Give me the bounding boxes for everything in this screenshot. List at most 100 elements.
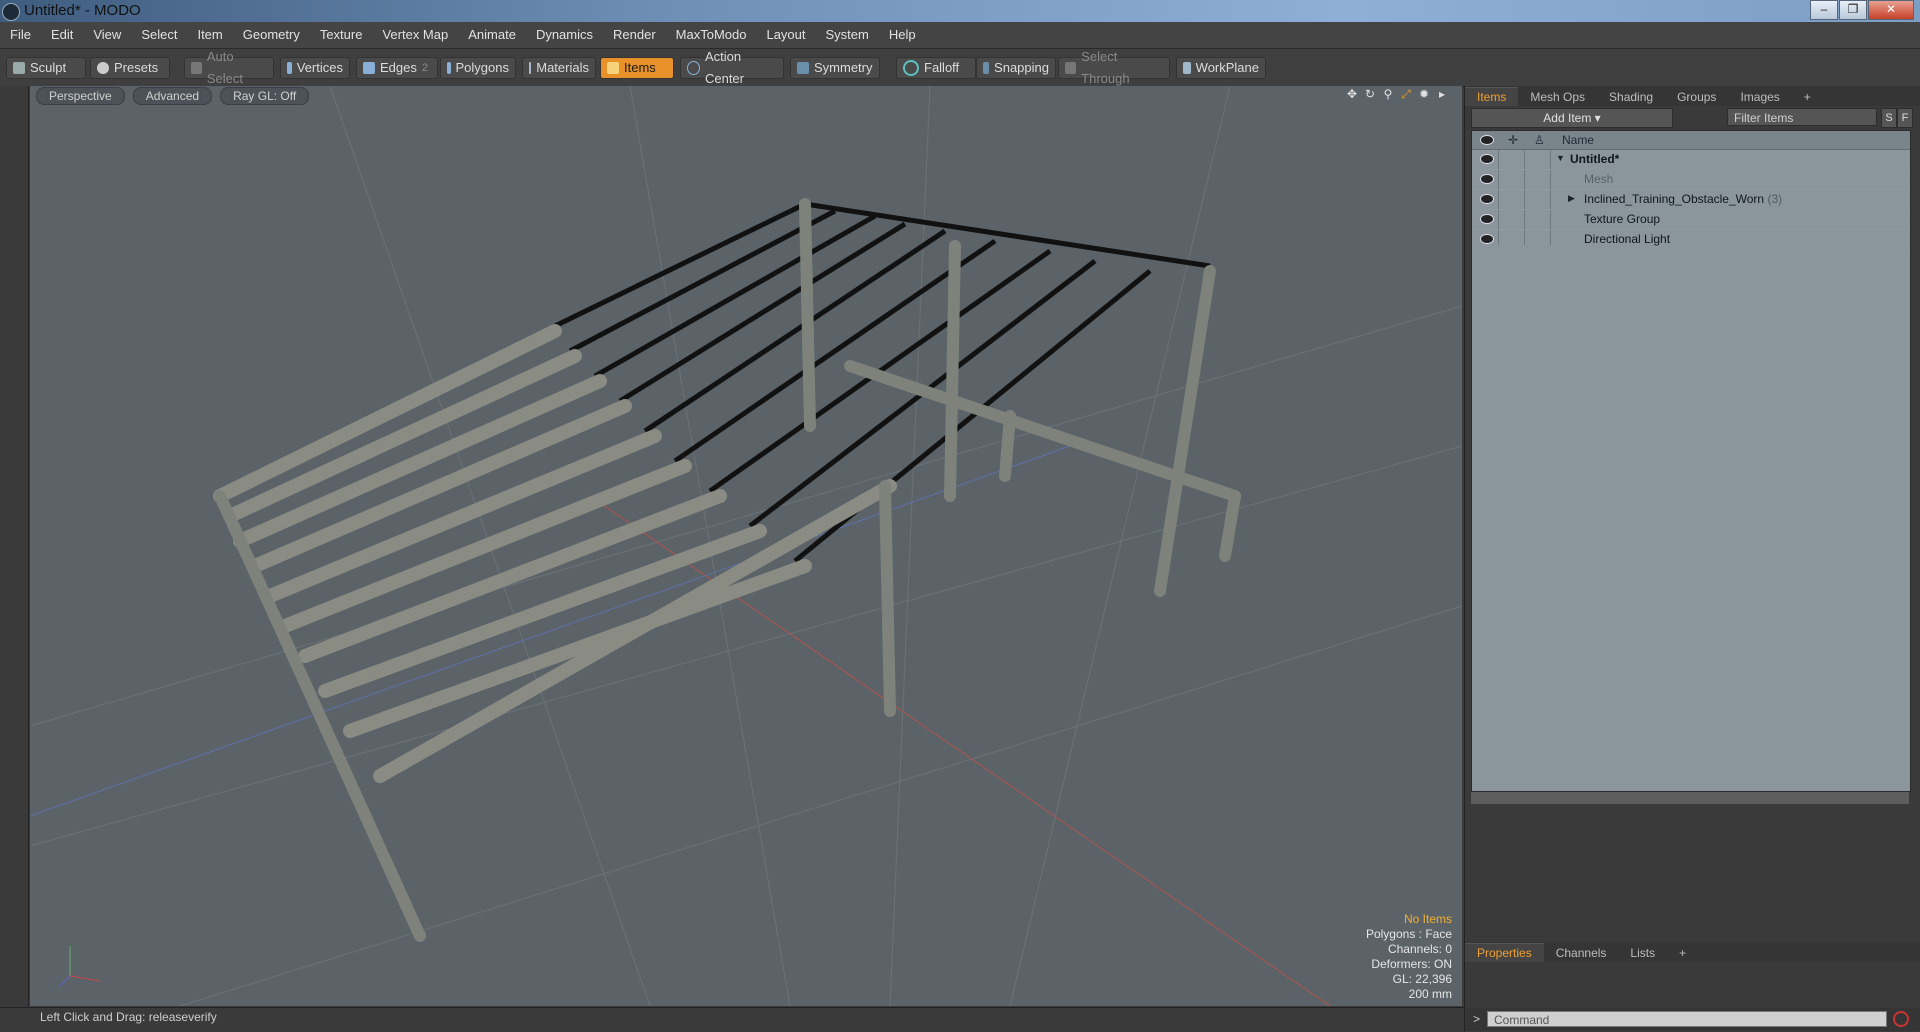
lock-header-icon: ✛ [1508,133,1519,147]
symmetry-icon [797,62,809,74]
horizontal-scrollbar[interactable] [1471,792,1909,804]
command-line: > Command [1465,1008,1920,1031]
menu-help[interactable]: Help [879,22,926,48]
info-scale: 200 mm [1408,987,1452,1001]
maximize-view-icon[interactable]: ⤢ [1400,88,1412,100]
f-button[interactable]: F [1897,108,1913,128]
edges-count: 2 [421,62,428,74]
snapping-button[interactable]: Snapping [976,57,1056,79]
maximize-button[interactable]: ❐ [1839,0,1867,20]
menu-select[interactable]: Select [131,22,187,48]
vertices-icon [287,62,292,74]
items-toolbar: Add Item ▾ Filter Items S F [1471,108,1913,128]
zoom-view-icon[interactable]: ⚲ [1382,88,1394,100]
expand-arrow-icon[interactable]: ▶ [1568,193,1575,204]
menu-vertex-map[interactable]: Vertex Map [372,22,458,48]
minimize-button[interactable]: ‒ [1810,0,1838,20]
select-through-button[interactable]: Select Through [1058,49,1170,86]
expand-arrow-icon[interactable]: ▼ [1556,153,1565,163]
tree-row[interactable]: Mesh [1472,170,1910,190]
x-axis-line [589,495,1331,1006]
visibility-eye-icon[interactable] [1480,214,1494,224]
ray-gl-tab[interactable]: Ray GL: Off [220,87,310,105]
menu-geometry[interactable]: Geometry [233,22,310,48]
eye-header-icon [1480,135,1494,145]
menu-bar: File Edit View Select Item Geometry Text… [0,22,1920,49]
tree-row[interactable]: Directional Light [1472,230,1910,250]
edges-icon [363,62,375,74]
add-item-dropdown[interactable]: Add Item ▾ [1471,108,1673,128]
tree-row[interactable]: ▶ Inclined_Training_Obstacle_Worn (3) [1472,190,1910,210]
sculpt-label: Sculpt [30,60,67,75]
items-icon [607,62,619,74]
texture-group-label: Texture Group [1584,212,1661,226]
visibility-eye-icon[interactable] [1480,234,1494,244]
tab-groups[interactable]: Groups [1665,88,1728,106]
scene-canvas [30,86,1462,1006]
support-posts [214,198,1241,942]
add-properties-tab-button[interactable]: + [1667,944,1698,962]
action-center-button[interactable]: Action Center [680,49,784,86]
vertices-button[interactable]: Vertices [280,57,350,79]
menu-file[interactable]: File [0,22,41,48]
visibility-eye-icon[interactable] [1480,174,1494,184]
rotate-view-icon[interactable]: ↻ [1364,88,1376,100]
advanced-tab[interactable]: Advanced [132,87,213,105]
tab-images[interactable]: Images [1728,88,1791,106]
falloff-icon [903,60,919,76]
settings-icon[interactable]: ✹ [1418,88,1430,100]
3d-viewport[interactable]: Perspective Advanced Ray GL: Off ✥ ↻ ⚲ ⤢… [30,86,1462,1006]
stop-icon[interactable] [1893,1011,1909,1027]
menu-item[interactable]: Item [187,22,232,48]
visibility-eye-icon[interactable] [1480,194,1494,204]
command-input[interactable]: Command [1487,1011,1887,1027]
visibility-eye-icon[interactable] [1480,154,1494,164]
add-tab-button[interactable]: + [1792,88,1823,106]
toolbar: Sculpt Presets Auto Select Vertices Edge… [0,49,1920,87]
menu-layout[interactable]: Layout [756,22,815,48]
falloff-label: Falloff [924,60,960,75]
symmetry-button[interactable]: Symmetry [790,57,880,79]
auto-select-button[interactable]: Auto Select [184,49,274,86]
menu-system[interactable]: System [816,22,879,48]
materials-button[interactable]: Materials [522,57,596,79]
add-item-label: Add Item [1543,111,1592,125]
sculpt-button[interactable]: Sculpt [6,57,86,79]
tab-channels[interactable]: Channels [1544,944,1619,962]
right-panel: Items Mesh Ops Shading Groups Images + A… [1464,86,1920,1031]
viewport-header: Perspective Advanced Ray GL: Off [30,86,1462,106]
menu-render[interactable]: Render [603,22,666,48]
tab-lists[interactable]: Lists [1618,944,1667,962]
filter-items-input[interactable]: Filter Items [1727,108,1877,126]
tab-shading[interactable]: Shading [1597,88,1665,106]
perspective-tab[interactable]: Perspective [36,87,125,105]
materials-label: Materials [536,60,589,75]
name-column[interactable]: Name [1562,133,1594,147]
tree-row[interactable]: ▼ Untitled* [1472,150,1910,170]
presets-button[interactable]: Presets [90,57,170,79]
play-arrow-icon[interactable]: ▸ [1436,88,1448,100]
polygons-button[interactable]: Polygons [440,57,516,79]
s-button[interactable]: S [1881,108,1897,128]
menu-maxtomodo[interactable]: MaxToModo [666,22,757,48]
tree-row[interactable]: Texture Group [1472,210,1910,230]
command-prompt: > [1473,1012,1481,1026]
move-view-icon[interactable]: ✥ [1346,88,1358,100]
menu-animate[interactable]: Animate [458,22,526,48]
tab-items[interactable]: Items [1465,87,1519,106]
menu-edit[interactable]: Edit [41,22,83,48]
falloff-button[interactable]: Falloff [896,57,976,79]
tab-properties[interactable]: Properties [1465,943,1544,962]
menu-view[interactable]: View [83,22,131,48]
items-button[interactable]: Items [600,57,674,79]
directional-light-label: Directional Light [1584,232,1671,246]
snapping-icon [983,62,990,74]
tab-mesh-ops[interactable]: Mesh Ops [1518,88,1597,106]
z-axis-line [30,445,1071,817]
menu-dynamics[interactable]: Dynamics [526,22,603,48]
edges-button[interactable]: Edges 2 [356,57,438,79]
workplane-icon [1183,62,1191,74]
close-button[interactable]: ✕ [1868,0,1914,20]
workplane-button[interactable]: WorkPlane [1176,57,1266,79]
menu-texture[interactable]: Texture [310,22,373,48]
